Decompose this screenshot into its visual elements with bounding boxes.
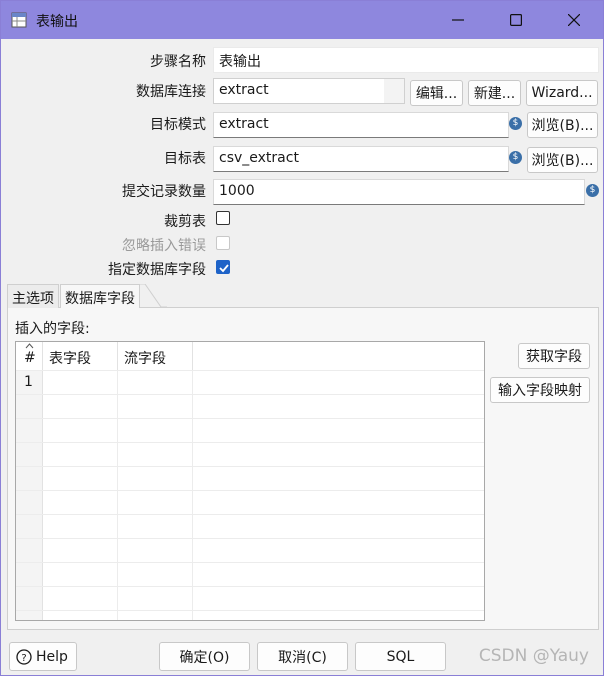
sort-arrow-icon [25, 343, 34, 349]
watermark: CSDN @Yauy [478, 646, 589, 666]
maximize-button[interactable] [487, 1, 545, 39]
svg-text:?: ? [21, 653, 26, 664]
ok-button[interactable]: 确定(O) [159, 642, 250, 671]
browse-table-button[interactable]: 浏览(B)... [527, 147, 598, 173]
col-header-stream-field[interactable]: 流字段 [118, 342, 193, 370]
tab-main-options[interactable]: 主选项 [7, 284, 59, 308]
table-output-icon [11, 12, 27, 28]
window-title: 表输出 [36, 14, 78, 30]
target-schema-label: 目标模式 [150, 117, 206, 133]
db-connection-value: extract [219, 82, 269, 98]
close-icon [568, 14, 580, 26]
title-bar[interactable]: 表输出 [1, 1, 603, 39]
help-icon: ? [16, 648, 32, 665]
target-schema-input[interactable]: extract [213, 112, 509, 138]
sql-button[interactable]: SQL [355, 642, 446, 671]
variable-icon: $ [509, 117, 522, 130]
browse-schema-button[interactable]: 浏览(B)... [527, 112, 598, 138]
ignore-errors-checkbox[interactable] [216, 236, 230, 250]
step-name-label: 步骤名称 [150, 54, 206, 70]
col-header-num[interactable]: # [16, 342, 43, 370]
commit-size-label: 提交记录数量 [122, 184, 206, 200]
table-row[interactable]: 1 [16, 370, 484, 394]
row-number: 1 [24, 374, 33, 390]
target-table-input[interactable]: csv_extract [213, 146, 509, 172]
db-connection-label: 数据库连接 [136, 84, 206, 100]
col-header-table-field[interactable]: 表字段 [43, 342, 118, 370]
dropdown-arrow[interactable] [384, 79, 404, 103]
maximize-icon [510, 14, 522, 26]
minimize-button[interactable] [429, 1, 487, 39]
close-button[interactable] [545, 1, 603, 39]
get-fields-button[interactable]: 获取字段 [518, 343, 590, 369]
ignore-errors-label: 忽略插入错误 [122, 238, 206, 254]
specify-fields-label: 指定数据库字段 [108, 262, 206, 278]
checkmark-icon [219, 264, 229, 273]
table-header: # 表字段 流字段 [16, 342, 484, 370]
field-mapping-button[interactable]: 输入字段映射 [490, 377, 590, 403]
truncate-table-label: 裁剪表 [164, 214, 206, 230]
tab-db-fields[interactable]: 数据库字段 [60, 284, 140, 308]
tab-slant-decoration [137, 284, 167, 308]
minimize-icon [452, 14, 464, 26]
wizard-button[interactable]: Wizard... [526, 80, 598, 106]
help-button[interactable]: ? Help [9, 642, 77, 671]
fields-table[interactable]: # 表字段 流字段 1 [15, 341, 485, 621]
specify-fields-checkbox[interactable] [216, 260, 230, 274]
edit-connection-button[interactable]: 编辑... [410, 80, 463, 106]
target-table-label: 目标表 [164, 151, 206, 167]
variable-icon: $ [509, 151, 522, 164]
step-name-input[interactable]: 表输出 [213, 47, 599, 73]
db-connection-select[interactable]: extract [213, 78, 405, 104]
truncate-table-checkbox[interactable] [216, 211, 230, 225]
dialog-window: 表输出 步骤名称 表输出 数据库连接 extract 编辑... 新建... W… [0, 0, 604, 676]
fields-section-label: 插入的字段: [15, 321, 90, 337]
cancel-button[interactable]: 取消(C) [257, 642, 348, 671]
new-connection-button[interactable]: 新建... [468, 80, 521, 106]
variable-icon: $ [586, 184, 599, 197]
commit-size-input[interactable]: 1000 [213, 179, 585, 205]
